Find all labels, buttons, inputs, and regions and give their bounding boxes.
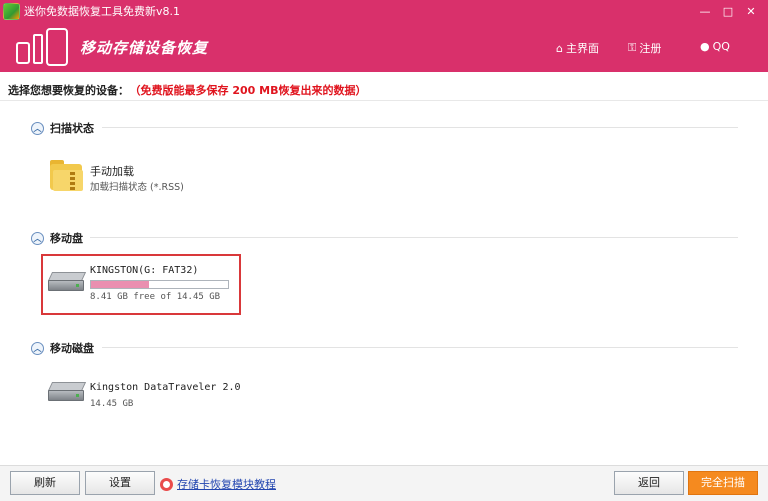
usage-bar bbox=[90, 280, 229, 289]
drive-space: 8.41 GB free of 14.45 GB bbox=[90, 292, 221, 302]
full-scan-button[interactable]: 完全扫描 bbox=[688, 471, 758, 495]
collapse-chevron-icon[interactable]: ︿ bbox=[31, 121, 44, 135]
free-limit-note: （免费版能最多保存 200 MB恢复出来的数据） bbox=[135, 84, 367, 97]
nav-home-label: 主界面 bbox=[565, 42, 599, 55]
qq-icon: ● bbox=[700, 40, 710, 53]
item-name: 手动加载 bbox=[90, 165, 134, 178]
nav-register-link[interactable]: ⚿ 注册 bbox=[628, 40, 661, 56]
item-detail: 加载扫描状态 (*.RSS) bbox=[90, 182, 184, 193]
drive-name: KINGSTON(G: FAT32) bbox=[90, 265, 199, 276]
nav-qq-link[interactable]: ● QQ bbox=[700, 40, 730, 53]
title-bar: 迷你免数据恢复工具免费新v8.1 — □ ✕ bbox=[0, 0, 768, 24]
section-rule bbox=[102, 127, 738, 128]
minimize-button[interactable]: — bbox=[696, 3, 714, 21]
app-logo-icon bbox=[3, 3, 20, 20]
section-rule bbox=[90, 237, 738, 238]
window-title: 迷你免数据恢复工具免费新v8.1 bbox=[24, 5, 181, 18]
close-button[interactable]: ✕ bbox=[742, 3, 760, 21]
nav-home-link[interactable]: ⌂ 主界面 bbox=[556, 40, 599, 56]
collapse-chevron-icon[interactable]: ︿ bbox=[31, 231, 44, 245]
page-title: 移动存储设备恢复 bbox=[80, 39, 209, 57]
divider bbox=[0, 100, 768, 101]
refresh-button[interactable]: 刷新 bbox=[10, 471, 80, 495]
device-prompt: 选择您想要恢复的设备： （免费版能最多保存 200 MB恢复出来的数据） bbox=[8, 82, 366, 98]
settings-button[interactable]: 设置 bbox=[85, 471, 155, 495]
disk-drive-icon bbox=[47, 382, 87, 402]
section-removable-drive[interactable]: ︿ 移动盘 bbox=[31, 230, 83, 246]
section-title: 移动盘 bbox=[50, 232, 83, 245]
section-rule bbox=[102, 347, 738, 348]
disk-size: 14.45 GB bbox=[90, 399, 134, 409]
prompt-label: 选择您想要恢复的设备： bbox=[8, 84, 129, 97]
home-icon: ⌂ bbox=[556, 41, 563, 55]
usb-drive-icon bbox=[47, 272, 87, 292]
nav-register-label: 注册 bbox=[639, 42, 662, 55]
section-title: 移动磁盘 bbox=[50, 342, 94, 355]
nav-qq-label: QQ bbox=[712, 40, 730, 53]
section-removable-disk[interactable]: ︿ 移动磁盘 bbox=[31, 340, 94, 356]
collapse-chevron-icon[interactable]: ︿ bbox=[31, 341, 44, 355]
folder-icon bbox=[50, 158, 84, 192]
lifebuoy-icon bbox=[160, 477, 173, 491]
section-title: 扫描状态 bbox=[50, 122, 94, 135]
section-scan-status[interactable]: ︿ 扫描状态 bbox=[31, 120, 94, 136]
back-button[interactable]: 返回 bbox=[614, 471, 684, 495]
disk-name: Kingston DataTraveler 2.0 bbox=[90, 382, 241, 393]
tutorial-link[interactable]: 存储卡恢复模块教程 bbox=[160, 476, 276, 492]
key-icon: ⚿ bbox=[628, 41, 637, 54]
maximize-button[interactable]: □ bbox=[719, 3, 737, 21]
header-banner: 移动存储设备恢复 ⌂ 主界面 ⚿ 注册 ● QQ bbox=[0, 24, 768, 72]
usage-bar-fill bbox=[91, 281, 149, 288]
tutorial-link-label: 存储卡恢复模块教程 bbox=[177, 478, 276, 491]
